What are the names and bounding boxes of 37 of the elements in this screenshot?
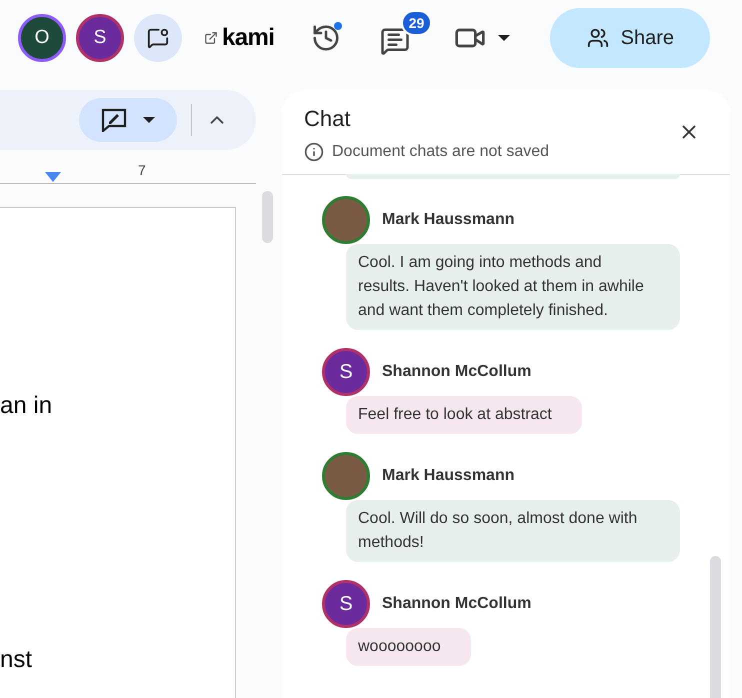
external-link-icon: [204, 31, 218, 45]
message-bubble: Cool. Will do so soon, almost done with methods!: [346, 500, 680, 562]
message-author: Mark Haussmann: [382, 210, 514, 230]
user-avatar: S: [322, 580, 370, 628]
message-author: Shannon McCollum: [382, 594, 532, 614]
person-chat-icon: [147, 27, 169, 49]
chat-users-button[interactable]: [134, 14, 182, 62]
comments-icon: [380, 26, 410, 56]
message-bubble: Feel free to look at abstract: [346, 396, 582, 434]
comments-count-badge: 29: [400, 10, 432, 36]
scrollbar-thumb[interactable]: [262, 191, 273, 243]
history-icon: [311, 23, 342, 53]
user-avatar[interactable]: S: [76, 14, 124, 62]
people-icon: [586, 27, 609, 49]
message-bubble: woooooooo: [346, 628, 471, 666]
avatar-photo-placeholder: [322, 452, 370, 500]
info-icon: [304, 142, 324, 162]
user-avatar: S: [322, 348, 370, 396]
chat-title: Chat: [304, 105, 352, 133]
comments-button[interactable]: 29: [380, 10, 432, 58]
avatar-photo-placeholder: [322, 196, 370, 244]
app-logo[interactable]: kami: [222, 20, 274, 56]
ruler-label: 7: [138, 161, 146, 180]
document-text: an in: [0, 391, 54, 421]
message-author: Mark Haussmann: [382, 466, 514, 486]
chat-notice: Document chats are not saved: [332, 142, 550, 162]
user-avatar[interactable]: O: [18, 14, 66, 62]
message-author: Shannon McCollum: [382, 362, 532, 382]
caret-icon: [143, 117, 155, 123]
edit-comment-icon: [101, 108, 127, 132]
share-button[interactable]: Share: [550, 8, 710, 68]
message-bubble: Cool. I am going into methods and results. Haven't looked at them in awhile and want them completely finished.: [346, 244, 680, 330]
indent-marker-icon: [45, 172, 61, 182]
scrollbar-thumb[interactable]: [710, 556, 721, 698]
editing-mode-button[interactable]: [79, 98, 177, 142]
caret-icon: [498, 35, 510, 41]
document-text: nst: [0, 645, 34, 675]
